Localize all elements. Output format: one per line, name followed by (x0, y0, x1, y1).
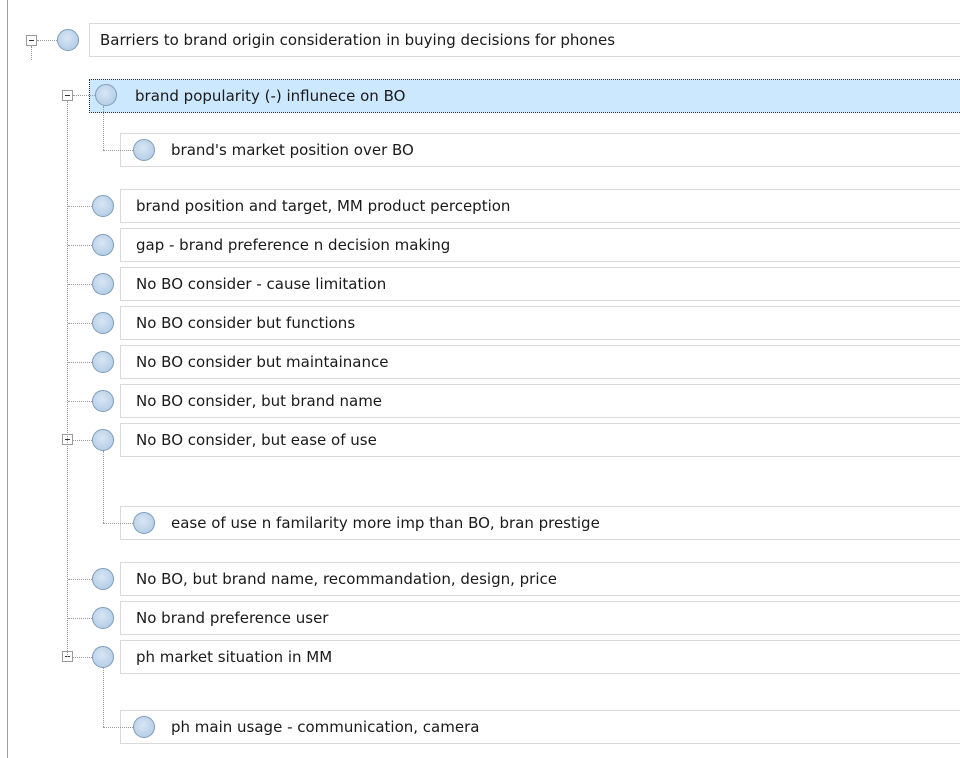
code-tree[interactable]: Barriers to brand origin consideration i… (0, 0, 960, 758)
tree-row-ease-of-use[interactable]: No BO consider, but ease of use (120, 423, 960, 457)
node-label: No BO consider, but brand name (136, 392, 383, 410)
tree-row[interactable]: No brand preference user (120, 601, 960, 635)
tree-connector (68, 362, 92, 363)
tree-connector (103, 727, 133, 728)
node-label: No BO consider - cause limitation (136, 275, 387, 293)
node-circle-icon (92, 234, 114, 256)
node-circle-icon (133, 512, 155, 534)
tree-connector (67, 101, 68, 657)
tree-row[interactable]: No BO consider but functions (120, 306, 960, 340)
node-label: ph market situation in MM (136, 648, 333, 666)
tree-row[interactable]: brand position and target, MM product pe… (120, 189, 960, 223)
tree-row-brand-market-position[interactable]: brand's market position over BO (120, 133, 960, 167)
node-label: brand popularity (-) influnece on BO (135, 87, 406, 105)
tree-row-ph-main-usage[interactable]: ph main usage - communication, camera (120, 710, 960, 744)
tree-row-ph-market-situation[interactable]: ph market situation in MM (120, 640, 960, 674)
tree-row[interactable]: No BO consider but maintainance (120, 345, 960, 379)
tree-connector (68, 401, 92, 402)
node-circle-icon (92, 312, 114, 334)
tree-connector (68, 284, 92, 285)
tree-connector (68, 245, 92, 246)
node-label: No BO consider but maintainance (136, 353, 389, 371)
tree-connector (68, 323, 92, 324)
tree-connector (73, 657, 92, 658)
node-circle-icon (92, 607, 114, 629)
tree-connector (103, 150, 133, 151)
tree-row[interactable]: No BO consider, but brand name (120, 384, 960, 418)
node-circle-icon (92, 390, 114, 412)
node-label: ph main usage - communication, camera (171, 718, 480, 736)
node-label: gap - brand preference n decision making (136, 236, 451, 254)
node-label: No BO consider but functions (136, 314, 356, 332)
tree-row[interactable]: No BO, but brand name, recommandation, d… (120, 562, 960, 596)
tree-connector (103, 451, 104, 523)
tree-connector (103, 668, 104, 727)
node-label: No BO, but brand name, recommandation, d… (136, 570, 557, 588)
node-circle-icon (92, 429, 114, 451)
collapse-toggle-root[interactable] (26, 35, 37, 46)
tree-row-ease-of-use-child[interactable]: ease of use n familarity more imp than B… (120, 506, 960, 540)
node-circle-icon (92, 568, 114, 590)
tree-connector (37, 40, 57, 41)
node-label: No BO consider, but ease of use (136, 431, 377, 449)
node-circle-icon (95, 84, 117, 106)
tree-connector (68, 206, 92, 207)
node-circle-icon (133, 139, 155, 161)
tree-connector (31, 46, 32, 60)
collapse-toggle-brand-popularity[interactable] (62, 90, 73, 101)
node-circle-icon (92, 195, 114, 217)
node-circle-icon (133, 716, 155, 738)
node-circle-icon (57, 29, 79, 51)
tree-connector (68, 618, 92, 619)
tree-row-root[interactable]: Barriers to brand origin consideration i… (89, 23, 960, 57)
tree-row-brand-popularity[interactable]: brand popularity (-) influnece on BO (89, 79, 960, 113)
tree-connector (103, 106, 104, 150)
node-circle-icon (92, 646, 114, 668)
node-label: brand position and target, MM product pe… (136, 197, 511, 215)
root-label: Barriers to brand origin consideration i… (100, 31, 616, 49)
node-label: brand's market position over BO (171, 141, 414, 159)
tree-connector (73, 95, 95, 96)
node-circle-icon (92, 351, 114, 373)
tree-connector (68, 579, 92, 580)
node-circle-icon (92, 273, 114, 295)
tree-row[interactable]: gap - brand preference n decision making (120, 228, 960, 262)
tree-connector (103, 523, 133, 524)
tree-connector (73, 440, 92, 441)
node-label: ease of use n familarity more imp than B… (171, 514, 600, 532)
node-label: No brand preference user (136, 609, 329, 627)
tree-row[interactable]: No BO consider - cause limitation (120, 267, 960, 301)
